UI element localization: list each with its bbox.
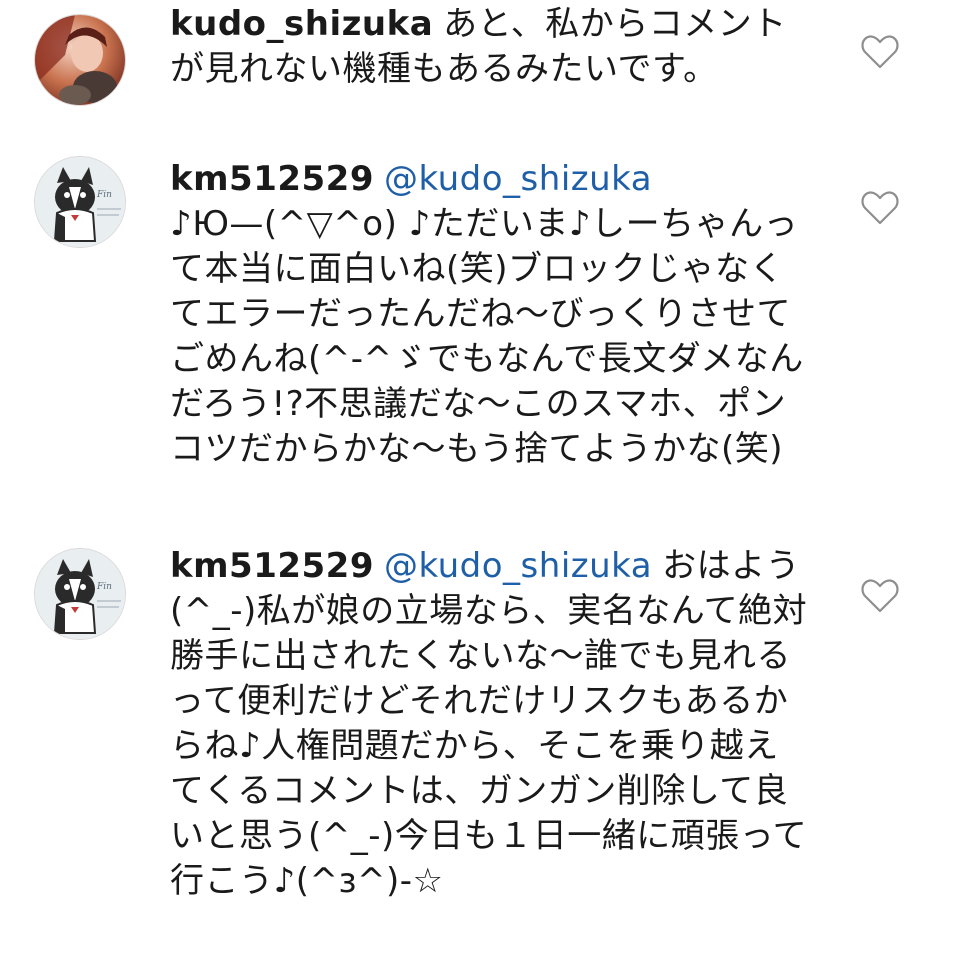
mention-link[interactable]: @kudo_shizuka xyxy=(384,159,652,199)
heart-outline-icon[interactable] xyxy=(860,190,900,226)
mention-link[interactable]: @kudo_shizuka xyxy=(384,546,652,586)
svg-text:Fin: Fin xyxy=(96,190,112,200)
avatar[interactable] xyxy=(34,14,126,106)
comment-username[interactable]: km512529 xyxy=(170,159,374,199)
svg-text:Fin: Fin xyxy=(96,582,112,592)
heart-outline-icon[interactable] xyxy=(860,34,900,70)
avatar[interactable]: Fin xyxy=(34,156,126,248)
comment-text-block: km512529 @kudo_shizuka おはよう(^_-)私が娘の立場なら、実… xyxy=(170,544,810,904)
french-bulldog-logo-icon: Fin xyxy=(35,157,125,247)
french-bulldog-logo-icon: Fin xyxy=(35,549,125,639)
avatar[interactable]: Fin xyxy=(34,548,126,640)
comment-body: おはよう(^_-)私が娘の立場なら、実名なんて絶対勝手に出されたくないな〜誰でも… xyxy=(170,546,808,901)
comment-username[interactable]: km512529 xyxy=(170,546,374,586)
comment-text-block: kudo_shizuka あと、私からコメントが見れない機種もあるみたいです。 xyxy=(170,2,810,92)
profile-photo-icon xyxy=(35,15,125,105)
comment-text-block: km512529 @kudo_shizuka ♪Ю—(^▽^o) ♪ただいま♪しーち… xyxy=(170,157,810,472)
comment-username[interactable]: kudo_shizuka xyxy=(170,4,433,44)
heart-outline-icon[interactable] xyxy=(860,578,900,614)
comment-body: ♪Ю—(^▽^o) ♪ただいま♪しーちゃんって本当に面白いね(笑)ブロックじゃな… xyxy=(170,204,804,469)
